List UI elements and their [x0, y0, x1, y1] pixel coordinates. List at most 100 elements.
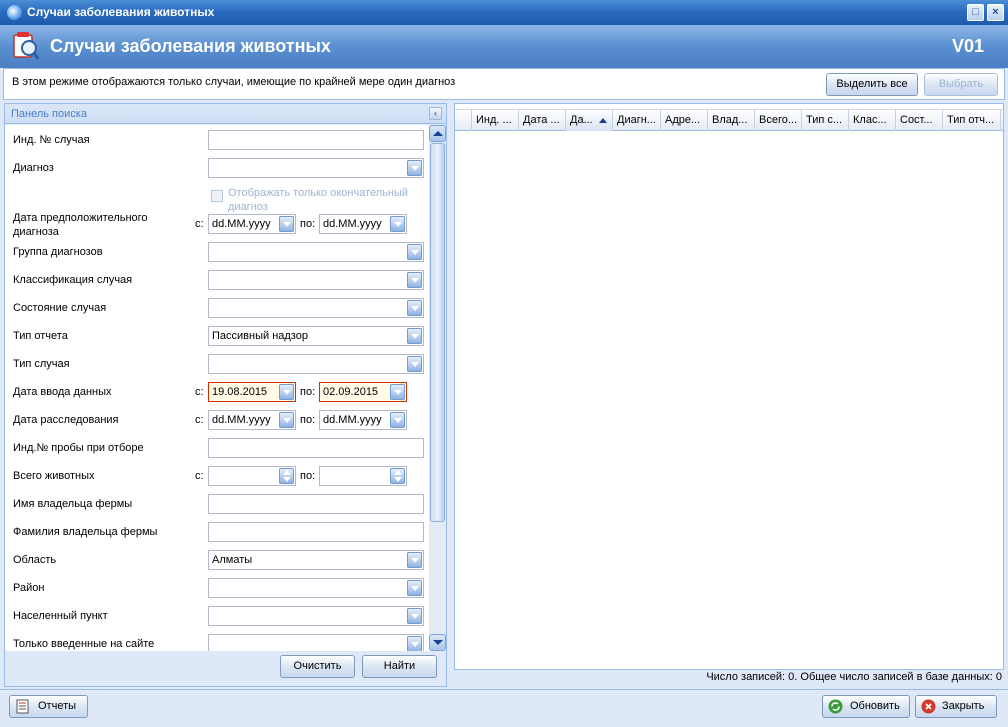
- entry-date-to-input[interactable]: 02.09.2015: [319, 382, 407, 402]
- app-icon: [7, 5, 22, 20]
- page-title: Случаи заболевания животных: [50, 36, 331, 56]
- rayon-select[interactable]: [208, 578, 424, 598]
- form-code: V01: [951, 36, 984, 56]
- tentative-date-to-value: dd.MM.yyyy: [323, 218, 382, 230]
- window-title: Случаи заболевания животных: [27, 5, 215, 19]
- form-header: Случаи заболевания животных V01: [0, 25, 1008, 68]
- bottom-toolbar: Отчеты Обновить Закрыть: [0, 689, 1008, 727]
- owner-last-name-input[interactable]: [208, 522, 424, 542]
- calendar-dropdown-icon[interactable]: [279, 412, 294, 428]
- calendar-dropdown-icon[interactable]: [279, 216, 294, 232]
- results-grid: Инд. ... Дата ... Да... Диагн... Адре...…: [454, 103, 1004, 670]
- reports-button[interactable]: Отчеты: [9, 695, 88, 718]
- search-panel-header: Панель поиска ‹: [5, 104, 446, 124]
- case-status-select[interactable]: [208, 298, 424, 318]
- chevron-down-icon[interactable]: [407, 580, 422, 596]
- investigation-date-label: Дата расследования: [13, 414, 119, 426]
- total-animals-label: Всего животных: [13, 470, 95, 482]
- settlement-select[interactable]: [208, 606, 424, 626]
- calendar-dropdown-icon[interactable]: [390, 412, 405, 428]
- clear-button[interactable]: Очистить: [280, 655, 355, 678]
- close-window-icon[interactable]: ×: [987, 4, 1004, 21]
- grid-column-header[interactable]: Диагн...: [613, 110, 661, 131]
- grid-column-header[interactable]: Адре...: [661, 110, 708, 131]
- spinner-icon[interactable]: [390, 468, 405, 484]
- total-animals-from-label: с:: [195, 470, 204, 482]
- case-classification-select[interactable]: [208, 270, 424, 290]
- search-form: Инд. № случая Диагноз Отображать только …: [5, 125, 429, 651]
- entry-date-from-value: 19.08.2015: [212, 386, 268, 398]
- region-label: Область: [13, 554, 57, 566]
- chevron-down-icon[interactable]: [407, 244, 422, 260]
- calendar-dropdown-icon[interactable]: [390, 216, 405, 232]
- final-diagnosis-checkbox[interactable]: [211, 190, 223, 202]
- scroll-down-icon[interactable]: [429, 634, 446, 651]
- grid-column-header[interactable]: Всего...: [755, 110, 802, 131]
- investigation-date-from-label: с:: [195, 414, 204, 426]
- grid-column-header-sorted[interactable]: Да...: [566, 110, 613, 131]
- find-button[interactable]: Найти: [362, 655, 437, 678]
- tentative-date-from-input[interactable]: dd.MM.yyyy: [208, 214, 296, 234]
- chevron-down-icon[interactable]: [407, 160, 422, 176]
- sample-id-input[interactable]: [208, 438, 424, 458]
- select-button[interactable]: Выбрать: [924, 73, 998, 96]
- investigation-date-to-label: по:: [300, 414, 316, 426]
- chevron-down-icon[interactable]: [407, 328, 422, 344]
- grid-column-header[interactable]: Дата ...: [519, 110, 566, 131]
- panel-splitter[interactable]: [447, 103, 454, 687]
- close-button[interactable]: Закрыть: [915, 695, 997, 718]
- site-only-select[interactable]: [208, 634, 424, 651]
- investigation-date-to-input[interactable]: dd.MM.yyyy: [319, 410, 407, 430]
- chevron-down-icon[interactable]: [407, 356, 422, 372]
- tentative-date-to-label: по:: [300, 218, 316, 230]
- chevron-down-icon[interactable]: [407, 636, 422, 651]
- refresh-button[interactable]: Обновить: [822, 695, 910, 718]
- calendar-dropdown-icon[interactable]: [390, 384, 405, 400]
- tentative-date-from-value: dd.MM.yyyy: [212, 218, 271, 230]
- scroll-up-icon[interactable]: [429, 125, 446, 142]
- total-animals-to-input[interactable]: [319, 466, 407, 486]
- diagnosis-group-label: Группа диагнозов: [13, 246, 103, 258]
- grid-column-header[interactable]: Тип с...: [802, 110, 849, 131]
- chevron-down-icon[interactable]: [407, 272, 422, 288]
- region-select[interactable]: Алматы: [208, 550, 424, 570]
- close-label: Закрыть: [942, 700, 985, 712]
- entry-date-from-input[interactable]: 19.08.2015: [208, 382, 296, 402]
- investigation-date-from-input[interactable]: dd.MM.yyyy: [208, 410, 296, 430]
- report-type-label: Тип отчета: [13, 330, 68, 342]
- scroll-thumb[interactable]: [430, 143, 445, 522]
- calendar-dropdown-icon[interactable]: [279, 384, 294, 400]
- grid-column-header-label: Да...: [570, 114, 593, 126]
- grid-column-header[interactable]: Клас...: [849, 110, 896, 131]
- tentative-date-label: Дата предположительного диагноза: [13, 212, 148, 238]
- spinner-icon[interactable]: [279, 468, 294, 484]
- case-type-select[interactable]: [208, 354, 424, 374]
- grid-column-header[interactable]: Инд. ...: [472, 110, 519, 131]
- case-id-input[interactable]: [208, 130, 424, 150]
- chevron-down-icon[interactable]: [407, 552, 422, 568]
- grid-column-header[interactable]: Влад...: [708, 110, 755, 131]
- diagnosis-label: Диагноз: [13, 162, 54, 174]
- owner-first-name-input[interactable]: [208, 494, 424, 514]
- grid-column-header[interactable]: Тип отч...: [943, 110, 1001, 131]
- search-panel-title: Панель поиска: [11, 108, 87, 120]
- diagnosis-group-select[interactable]: [208, 242, 424, 262]
- case-id-label: Инд. № случая: [13, 134, 90, 146]
- chevron-down-icon[interactable]: [407, 300, 422, 316]
- form-scrollbar[interactable]: [429, 125, 446, 651]
- owner-last-name-label: Фамилия владельца фермы: [13, 526, 158, 538]
- maximize-icon[interactable]: □: [967, 4, 984, 21]
- refresh-label: Обновить: [850, 700, 900, 712]
- chevron-down-icon[interactable]: [407, 608, 422, 624]
- report-type-select[interactable]: Пассивный надзор: [208, 326, 424, 346]
- entry-date-from-label: с:: [195, 386, 204, 398]
- case-status-label: Состояние случая: [13, 302, 107, 314]
- tentative-date-to-input[interactable]: dd.MM.yyyy: [319, 214, 407, 234]
- select-all-button[interactable]: Выделить все: [826, 73, 918, 96]
- diagnosis-select[interactable]: [208, 158, 424, 178]
- investigation-date-from-value: dd.MM.yyyy: [212, 414, 271, 426]
- collapse-panel-icon[interactable]: ‹: [429, 107, 442, 120]
- window-title-bar: Случаи заболевания животных □ ×: [0, 0, 1008, 25]
- total-animals-from-input[interactable]: [208, 466, 296, 486]
- grid-column-header[interactable]: Сост...: [896, 110, 943, 131]
